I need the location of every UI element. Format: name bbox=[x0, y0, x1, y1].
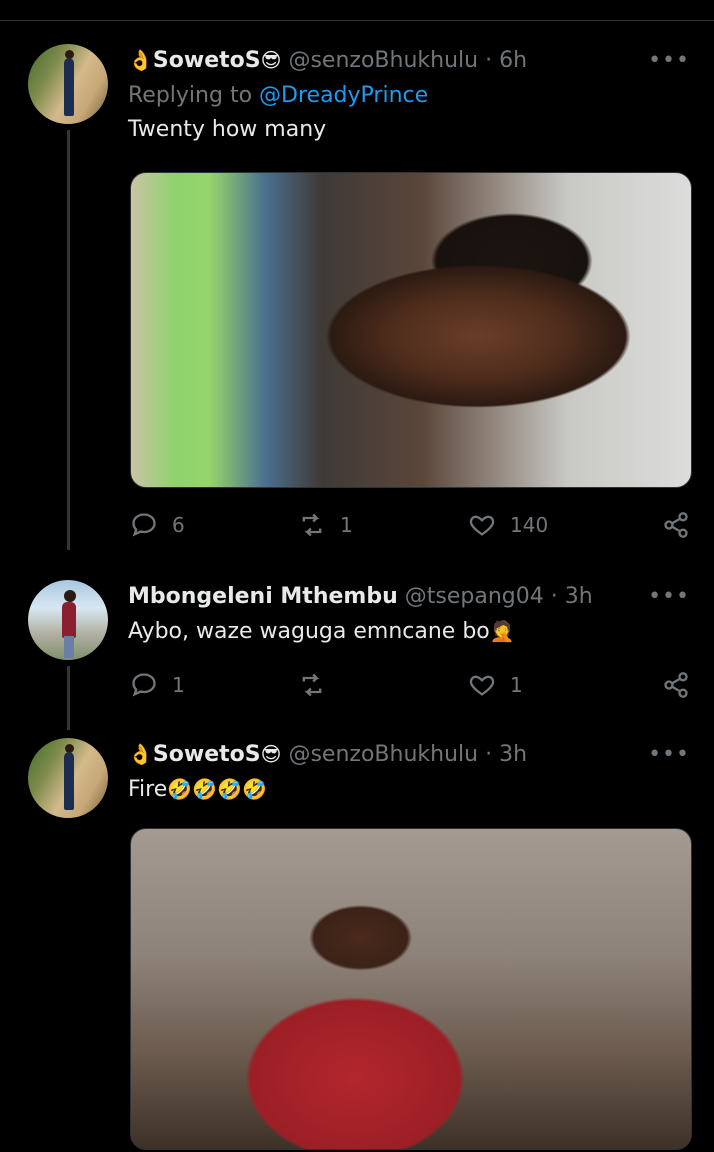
tweet-content: Mbongeleni Mthembu @tsepang04 · 3h ••• A… bbox=[128, 582, 690, 646]
share-icon bbox=[664, 672, 688, 698]
ok-hand-emoji: 👌 bbox=[128, 48, 153, 72]
avatar[interactable] bbox=[28, 44, 108, 124]
twitter-thread-view: 👌SowetoS😎 @senzoBhukhulu · 6h ••• Replyi… bbox=[0, 0, 714, 1152]
separator-dot: · bbox=[485, 48, 493, 73]
thread-connector-line bbox=[67, 666, 70, 730]
like-button[interactable]: 1 bbox=[468, 670, 523, 700]
tweet-text-body: Fire bbox=[128, 777, 168, 802]
retweet-button[interactable]: 1 bbox=[298, 510, 353, 540]
tweet-text: Twenty how many bbox=[128, 116, 690, 144]
tweet-text: Aybo, waze waguga emncane bo🤦 bbox=[128, 618, 690, 646]
tweet-content: 👌SowetoS😎 @senzoBhukhulu · 6h ••• Replyi… bbox=[128, 46, 690, 144]
tweet-content: 👌SowetoS😎 @senzoBhukhulu · 3h ••• Fire🤣🤣… bbox=[128, 740, 690, 804]
tweet-text-body: Aybo, waze waguga emncane bo bbox=[128, 619, 490, 644]
share-button[interactable] bbox=[662, 670, 690, 700]
like-button[interactable]: 140 bbox=[468, 510, 548, 540]
tweet-media-image[interactable] bbox=[130, 828, 692, 1150]
tweet-actions: 6 1 140 bbox=[128, 510, 690, 540]
display-name[interactable]: SowetoS bbox=[153, 742, 261, 767]
heart-icon bbox=[469, 515, 495, 536]
share-button[interactable] bbox=[662, 510, 690, 540]
user-handle[interactable]: @senzoBhukhulu bbox=[288, 48, 478, 73]
avatar[interactable] bbox=[28, 738, 108, 818]
replying-to-line: Replying to @DreadyPrince bbox=[128, 82, 690, 110]
tweet-header: 👌SowetoS😎 @senzoBhukhulu · 3h ••• bbox=[128, 740, 690, 770]
tweet-text-body: Twenty how many bbox=[128, 117, 327, 142]
facepalm-emoji: 🤦 bbox=[489, 619, 515, 643]
sunglasses-emoji: 😎 bbox=[260, 742, 282, 766]
tweet-actions: 1 1 bbox=[128, 670, 690, 700]
separator-dot: · bbox=[550, 584, 558, 609]
tweet-media-image[interactable] bbox=[130, 172, 692, 488]
replying-to-mention-link[interactable]: @DreadyPrince bbox=[259, 83, 428, 108]
separator-dot: · bbox=[485, 742, 493, 767]
retweet-icon bbox=[302, 513, 322, 537]
tweet-text: Fire🤣🤣🤣🤣 bbox=[128, 776, 690, 804]
reply-icon bbox=[132, 513, 156, 537]
tweet-1[interactable]: 👌SowetoS😎 @senzoBhukhulu · 6h ••• Replyi… bbox=[0, 40, 714, 560]
more-horizontal-icon[interactable]: ••• bbox=[648, 46, 690, 76]
timestamp[interactable]: 3h bbox=[565, 584, 593, 609]
display-name[interactable]: SowetoS bbox=[153, 48, 261, 73]
replying-to-label: Replying to bbox=[128, 83, 253, 108]
tweet-header: 👌SowetoS😎 @senzoBhukhulu · 6h ••• bbox=[128, 46, 690, 76]
reply-count: 6 bbox=[172, 513, 185, 537]
sunglasses-emoji: 😎 bbox=[260, 48, 282, 72]
retweet-button[interactable] bbox=[298, 670, 340, 700]
reply-button[interactable]: 6 bbox=[130, 510, 185, 540]
timestamp[interactable]: 6h bbox=[499, 48, 527, 73]
avatar[interactable] bbox=[28, 580, 108, 660]
like-count: 1 bbox=[510, 673, 523, 697]
rofl-emoji: 🤣🤣🤣🤣 bbox=[167, 777, 267, 801]
top-divider bbox=[0, 20, 714, 21]
share-icon bbox=[664, 512, 688, 538]
reply-button[interactable]: 1 bbox=[130, 670, 185, 700]
more-horizontal-icon[interactable]: ••• bbox=[648, 582, 690, 612]
thread-connector-line bbox=[67, 130, 70, 550]
like-count: 140 bbox=[510, 513, 549, 537]
reply-icon bbox=[132, 673, 156, 697]
user-handle[interactable]: @senzoBhukhulu bbox=[288, 742, 478, 767]
retweet-icon bbox=[302, 673, 322, 697]
reply-count: 1 bbox=[172, 673, 185, 697]
tweet-3[interactable]: 👌SowetoS😎 @senzoBhukhulu · 3h ••• Fire🤣🤣… bbox=[0, 736, 714, 1152]
timestamp[interactable]: 3h bbox=[499, 742, 527, 767]
heart-icon bbox=[469, 675, 495, 696]
more-horizontal-icon[interactable]: ••• bbox=[648, 740, 690, 770]
ok-hand-emoji: 👌 bbox=[128, 742, 153, 766]
display-name[interactable]: Mbongeleni Mthembu bbox=[128, 584, 398, 609]
retweet-count: 1 bbox=[340, 513, 353, 537]
tweet-2[interactable]: Mbongeleni Mthembu @tsepang04 · 3h ••• A… bbox=[0, 578, 714, 730]
tweet-header: Mbongeleni Mthembu @tsepang04 · 3h ••• bbox=[128, 582, 690, 612]
user-handle[interactable]: @tsepang04 bbox=[405, 584, 544, 609]
